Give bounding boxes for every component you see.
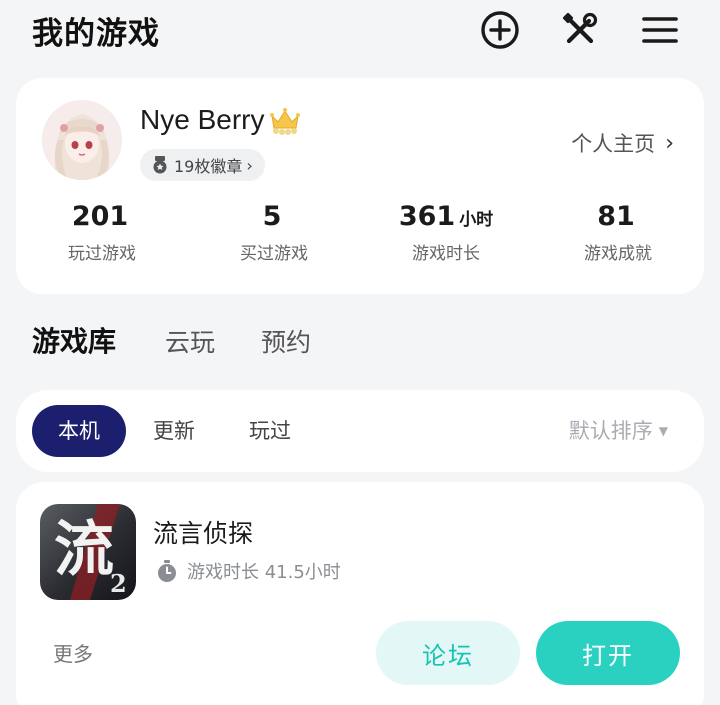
stat-value: 361 — [398, 201, 456, 232]
subtab-played[interactable]: 玩过 — [249, 405, 291, 457]
profile-link[interactable]: 个人主页 › — [571, 128, 674, 158]
stat-unit: 小时 — [459, 210, 494, 230]
stat-played-games[interactable]: 201 玩过游戏 — [16, 200, 188, 264]
profile-link-label: 个人主页 — [571, 132, 656, 156]
chevron-right-icon: › — [246, 155, 253, 175]
chevron-right-icon: › — [665, 130, 674, 156]
stat-bought-games[interactable]: 5 买过游戏 — [188, 200, 360, 264]
stat-achievements[interactable]: 81 游戏成就 — [532, 200, 704, 264]
stat-value: 81 — [597, 201, 635, 232]
stat-label: 游戏成就 — [584, 244, 652, 264]
game-icon-number: 2 — [110, 569, 127, 598]
crown-icon — [269, 106, 301, 136]
game-title: 流言侦探 — [153, 519, 254, 548]
tab-game-library[interactable]: 游戏库 — [32, 320, 117, 366]
open-button[interactable]: 打开 — [536, 621, 680, 685]
filter-bar: 本机 更新 玩过 默认排序 ▼ — [16, 390, 704, 472]
tab-label: 游戏库 — [32, 325, 117, 358]
game-icon[interactable]: 流 2 — [40, 504, 136, 600]
profile-card: Nye Berry 19枚徽章 › 个人主页 › 201 玩过游戏 5 买过游戏… — [16, 78, 704, 294]
menu-icon[interactable] — [638, 8, 682, 52]
stat-value: 5 — [262, 201, 282, 232]
stat-label: 玩过游戏 — [68, 244, 136, 264]
stat-value: 201 — [71, 201, 129, 232]
badge-chip[interactable]: 19枚徽章 › — [140, 149, 265, 181]
tab-cloud-play[interactable]: 云玩 — [165, 323, 215, 359]
stats-row: 201 玩过游戏 5 买过游戏 361 小时 游戏时长 81 游戏成就 — [16, 200, 704, 270]
medal-icon — [150, 155, 170, 175]
tools-icon[interactable] — [558, 8, 602, 52]
sort-label: 默认排序 — [568, 419, 653, 443]
stat-label: 买过游戏 — [240, 244, 308, 264]
tab-reservations[interactable]: 预约 — [261, 323, 311, 359]
stat-play-time[interactable]: 361 小时 游戏时长 — [360, 200, 532, 264]
playtime-text: 游戏时长 41.5小时 — [187, 562, 341, 583]
caret-down-icon: ▼ — [658, 424, 668, 438]
header: 我的游戏 — [0, 0, 720, 64]
username: Nye Berry — [140, 104, 265, 135]
game-card[interactable]: 流 2 流言侦探 游戏时长 41.5小时 更多 论坛 打开 — [16, 482, 704, 705]
add-circle-icon[interactable] — [478, 8, 522, 52]
subtab-updates[interactable]: 更新 — [153, 405, 195, 457]
forum-button[interactable]: 论坛 — [376, 621, 520, 685]
more-button[interactable]: 更多 — [53, 638, 93, 667]
stat-label: 游戏时长 — [412, 244, 480, 264]
badge-count: 19枚徽章 — [174, 157, 243, 176]
sort-dropdown[interactable]: 默认排序 ▼ — [569, 405, 668, 457]
game-icon-char: 流 — [54, 515, 114, 585]
subtab-local[interactable]: 本机 — [32, 405, 126, 457]
game-playtime: 游戏时长 41.5小时 — [155, 558, 341, 584]
stopwatch-icon — [155, 559, 179, 583]
my-games-page: 我的游戏 Nye Berry 19枚徽章 › 个人主页 › 201 玩过游戏 5… — [0, 0, 720, 705]
page-title: 我的游戏 — [32, 16, 160, 52]
avatar[interactable] — [42, 100, 122, 180]
